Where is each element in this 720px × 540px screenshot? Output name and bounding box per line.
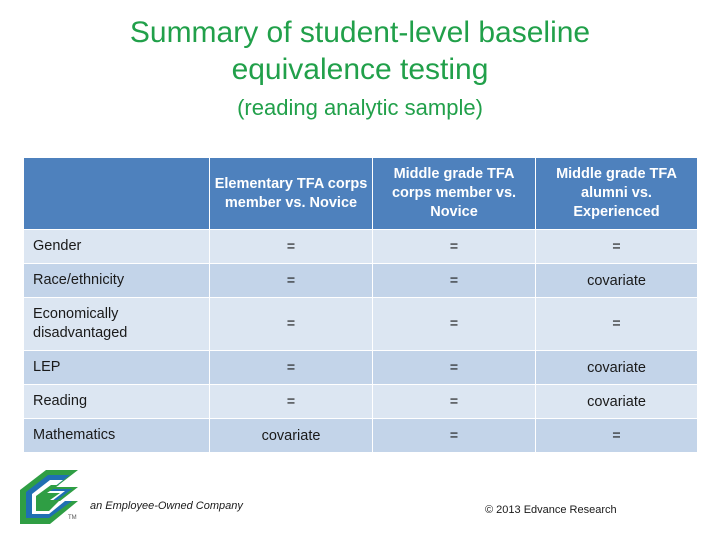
- table-row: Mathematics covariate = =: [23, 418, 698, 453]
- cell-race-middle-alumni: covariate: [535, 263, 698, 298]
- cell-math-elementary: covariate: [209, 418, 373, 453]
- table-corner-cell: [23, 157, 210, 230]
- slide: Summary of student-level baseline equiva…: [0, 0, 720, 540]
- employee-owned-note: an Employee-Owned Company: [90, 500, 243, 512]
- cell-gender-middle-alumni: =: [535, 229, 698, 264]
- page-title-line-1: Summary of student-level baseline: [129, 16, 591, 49]
- table-header-row: Elementary TFA corps member vs. Novice M…: [23, 157, 698, 230]
- row-label-mathematics: Mathematics: [23, 418, 210, 453]
- column-header-elementary: Elementary TFA corps member vs. Novice: [209, 157, 373, 230]
- cell-reading-middle-alumni: covariate: [535, 384, 698, 419]
- row-label-gender: Gender: [23, 229, 210, 264]
- cell-lep-elementary: =: [209, 350, 373, 385]
- table-row: Economically disadvantaged = = =: [23, 297, 698, 351]
- trademark-mark: TM: [68, 515, 77, 521]
- page-subtitle: (reading analytic sample): [237, 95, 483, 120]
- baseline-equivalence-table: Elementary TFA corps member vs. Novice M…: [23, 157, 698, 453]
- cell-lep-middle-alumni: covariate: [535, 350, 698, 385]
- cell-reading-middle-corps: =: [372, 384, 536, 419]
- column-header-middle-corps: Middle grade TFA corps member vs. Novice: [372, 157, 536, 230]
- table-row: Reading = = covariate: [23, 384, 698, 419]
- cell-econdis-middle-alumni: =: [535, 297, 698, 351]
- table-row: Race/ethnicity = = covariate: [23, 263, 698, 298]
- row-label-lep: LEP: [23, 350, 210, 385]
- cell-econdis-middle-corps: =: [372, 297, 536, 351]
- cell-gender-elementary: =: [209, 229, 373, 264]
- title-block: Summary of student-level baseline equiva…: [30, 14, 690, 123]
- table-body: Gender = = = Race/ethnicity = = covariat…: [23, 229, 698, 453]
- cell-reading-elementary: =: [209, 384, 373, 419]
- page-title-line-2: equivalence testing: [231, 53, 489, 86]
- row-label-race-ethnicity: Race/ethnicity: [23, 263, 210, 298]
- cell-econdis-elementary: =: [209, 297, 373, 351]
- table-row: LEP = = covariate: [23, 350, 698, 385]
- cell-lep-middle-corps: =: [372, 350, 536, 385]
- cell-math-middle-corps: =: [372, 418, 536, 453]
- row-label-reading: Reading: [23, 384, 210, 419]
- table-header: Elementary TFA corps member vs. Novice M…: [23, 157, 698, 230]
- cell-math-middle-alumni: =: [535, 418, 698, 453]
- cell-race-middle-corps: =: [372, 263, 536, 298]
- row-label-economically-disadvantaged: Economically disadvantaged: [23, 297, 210, 351]
- column-header-middle-alumni: Middle grade TFA alumni vs. Experienced: [535, 157, 698, 230]
- table-row: Gender = = =: [23, 229, 698, 264]
- cell-race-elementary: =: [209, 263, 373, 298]
- copyright-note: © 2013 Edvance Research: [485, 504, 617, 516]
- cell-gender-middle-corps: =: [372, 229, 536, 264]
